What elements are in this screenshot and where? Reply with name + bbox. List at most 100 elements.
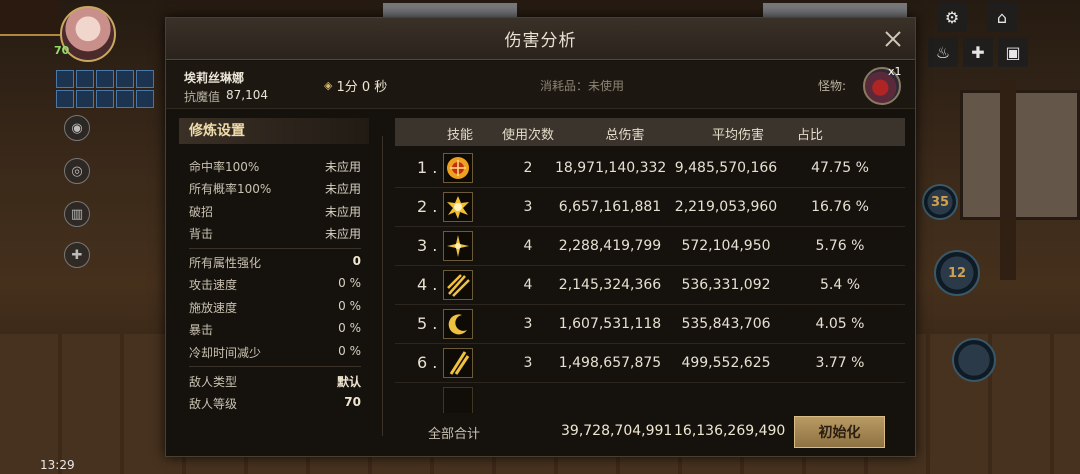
record-icon[interactable]: ◉ (64, 115, 90, 141)
total-damage: 39,728,704,991 (561, 423, 673, 439)
row-avg: 2,219,053,960 (674, 199, 778, 215)
header-uses: 使用次数 (501, 128, 554, 143)
move-icon[interactable]: ✚ (64, 242, 90, 268)
consumable-label: 消耗品： (540, 79, 589, 93)
setting-key: 破招 (189, 205, 214, 219)
info-bar: 埃莉丝琳娜 抗魔值 87,104 ◈ 1分 0 秒 消耗品：未使用 怪物: x1 (166, 61, 915, 109)
pot-icon[interactable]: ♨ (928, 37, 958, 67)
setting-row: 施放速度 0 % (189, 299, 361, 316)
row-share: 4.05 % (815, 316, 865, 332)
setting-value: 0 % (338, 344, 361, 358)
claw-strike-icon (443, 270, 473, 300)
row-share: 16.76 % (811, 199, 869, 215)
header-avg: 平均伤害 (711, 128, 764, 143)
fire-burst-icon (443, 153, 473, 183)
setting-value: 70 (344, 395, 361, 409)
table-row[interactable]: 6 . 3 1,498,657,875 499,552,625 3.77 % (395, 344, 905, 383)
damage-analysis-dialog: 伤害分析 埃莉丝琳娜 抗魔值 87,104 ◈ 1分 0 秒 消耗品：未使用 怪… (165, 17, 916, 457)
row-share: 47.75 % (811, 160, 869, 176)
bag-icon[interactable]: ▣ (998, 37, 1028, 67)
training-settings-panel: 修炼设置 命中率100% 未应用 所有概率100% 未应用 破招 未应用 背击 未应用 … (179, 118, 369, 448)
table-row[interactable]: 3 . 4 2,288,419,799 572,104,950 5.76 % (395, 227, 905, 266)
row-avg: 535,843,706 (681, 316, 771, 332)
crescent-icon (443, 309, 473, 339)
total-label: 全部合计 (428, 427, 481, 442)
row-uses: 3 (523, 355, 533, 371)
character-name: 埃莉丝琳娜 (184, 71, 245, 85)
header-total: 总伤害 (605, 128, 645, 143)
row-share: 5.76 % (815, 238, 865, 254)
table-row[interactable]: 1 . 2 18,971,140,332 9,485,570,166 47.75… (395, 149, 905, 188)
buff-icon (56, 90, 74, 108)
table-row[interactable]: 4 . 4 2,145,324,366 536,331,092 5.4 % (395, 266, 905, 305)
stats-icon[interactable]: ▥ (64, 201, 90, 227)
row-avg: 499,552,625 (681, 355, 771, 371)
row-avg: 9,485,570,166 (674, 160, 778, 176)
setting-key: 所有概率100% (189, 182, 272, 196)
setting-row: 冷却时间减少 0 % (189, 344, 361, 361)
table-row-partial[interactable] (395, 383, 905, 413)
chat-icon[interactable]: ◎ (64, 158, 90, 184)
row-total: 2,145,324,366 (558, 277, 662, 293)
row-total: 6,657,161,881 (558, 199, 662, 215)
buff-icons (56, 70, 166, 108)
skill-cooldown-button[interactable]: 12 (934, 250, 980, 296)
buff-icon (76, 90, 94, 108)
row-uses: 2 (523, 160, 533, 176)
row-rank: 1 . (417, 158, 438, 177)
setting-value: 未应用 (324, 205, 361, 219)
row-total: 2,288,419,799 (558, 238, 662, 254)
table-row[interactable]: 2 . 3 6,657,161,881 2,219,053,960 16.76 … (395, 188, 905, 227)
row-share: 3.77 % (815, 355, 865, 371)
monster-label: 怪物: (818, 79, 847, 93)
settings-gear-icon[interactable]: ⚙ (937, 2, 967, 32)
resist-value: 87,104 (226, 88, 268, 102)
row-uses: 3 (523, 316, 533, 332)
reset-button[interactable]: 初始化 (794, 416, 885, 448)
close-icon[interactable] (879, 25, 907, 53)
setting-row: 背击 未应用 (189, 225, 361, 242)
setting-value: 未应用 (324, 227, 361, 241)
plus-icon[interactable]: ✚ (963, 37, 993, 67)
skill-cooldown-button[interactable]: 35 (922, 184, 958, 220)
slash-icon (443, 348, 473, 378)
home-icon[interactable]: ⌂ (987, 2, 1017, 32)
setting-value: 0 (352, 254, 361, 268)
setting-row: 所有概率100% 未应用 (189, 180, 361, 197)
setting-key: 冷却时间减少 (189, 346, 262, 360)
row-share: 5.4 % (819, 277, 861, 293)
buff-icon (76, 70, 94, 88)
header-share: 占比 (796, 128, 823, 143)
setting-row: 敌人类型 默认 (189, 373, 361, 390)
row-total: 18,971,140,332 (555, 160, 667, 176)
diamond-icon: ◈ (324, 79, 333, 92)
row-rank: 4 . (417, 275, 438, 294)
setting-value: 0 % (338, 321, 361, 335)
elapsed-time-text: 1分 0 秒 (336, 80, 388, 95)
consumable-value: 未使用 (588, 79, 625, 93)
setting-row: 敌人等级 70 (189, 395, 361, 412)
table-row[interactable]: 5 . 3 1,607,531,118 535,843,706 4.05 % (395, 305, 905, 344)
setting-key: 施放速度 (189, 301, 238, 315)
setting-row: 所有属性强化 0 (189, 254, 361, 271)
header-skill: 技能 (446, 128, 473, 143)
skill-button[interactable] (952, 338, 996, 382)
buff-icon (56, 70, 74, 88)
skill-icon (443, 387, 473, 413)
setting-key: 敌人等级 (189, 397, 238, 411)
player-level: 70 (54, 44, 70, 57)
buff-icon (136, 90, 154, 108)
row-uses: 4 (523, 238, 533, 254)
row-uses: 3 (523, 199, 533, 215)
monster-count: x1 (888, 65, 902, 78)
row-rank: 3 . (417, 236, 438, 255)
damage-table-body[interactable]: 1 . 2 18,971,140,332 9,485,570,166 47.75… (395, 149, 905, 413)
panel-divider (382, 136, 383, 436)
dialog-title-bar: 伤害分析 (166, 18, 915, 60)
consumable-status: 消耗品：未使用 (540, 77, 624, 94)
setting-key: 背击 (189, 227, 214, 241)
setting-value: 0 % (338, 276, 361, 290)
total-average: 16,136,269,490 (674, 423, 786, 439)
row-rank: 5 . (417, 314, 438, 333)
setting-key: 命中率100% (189, 160, 260, 174)
